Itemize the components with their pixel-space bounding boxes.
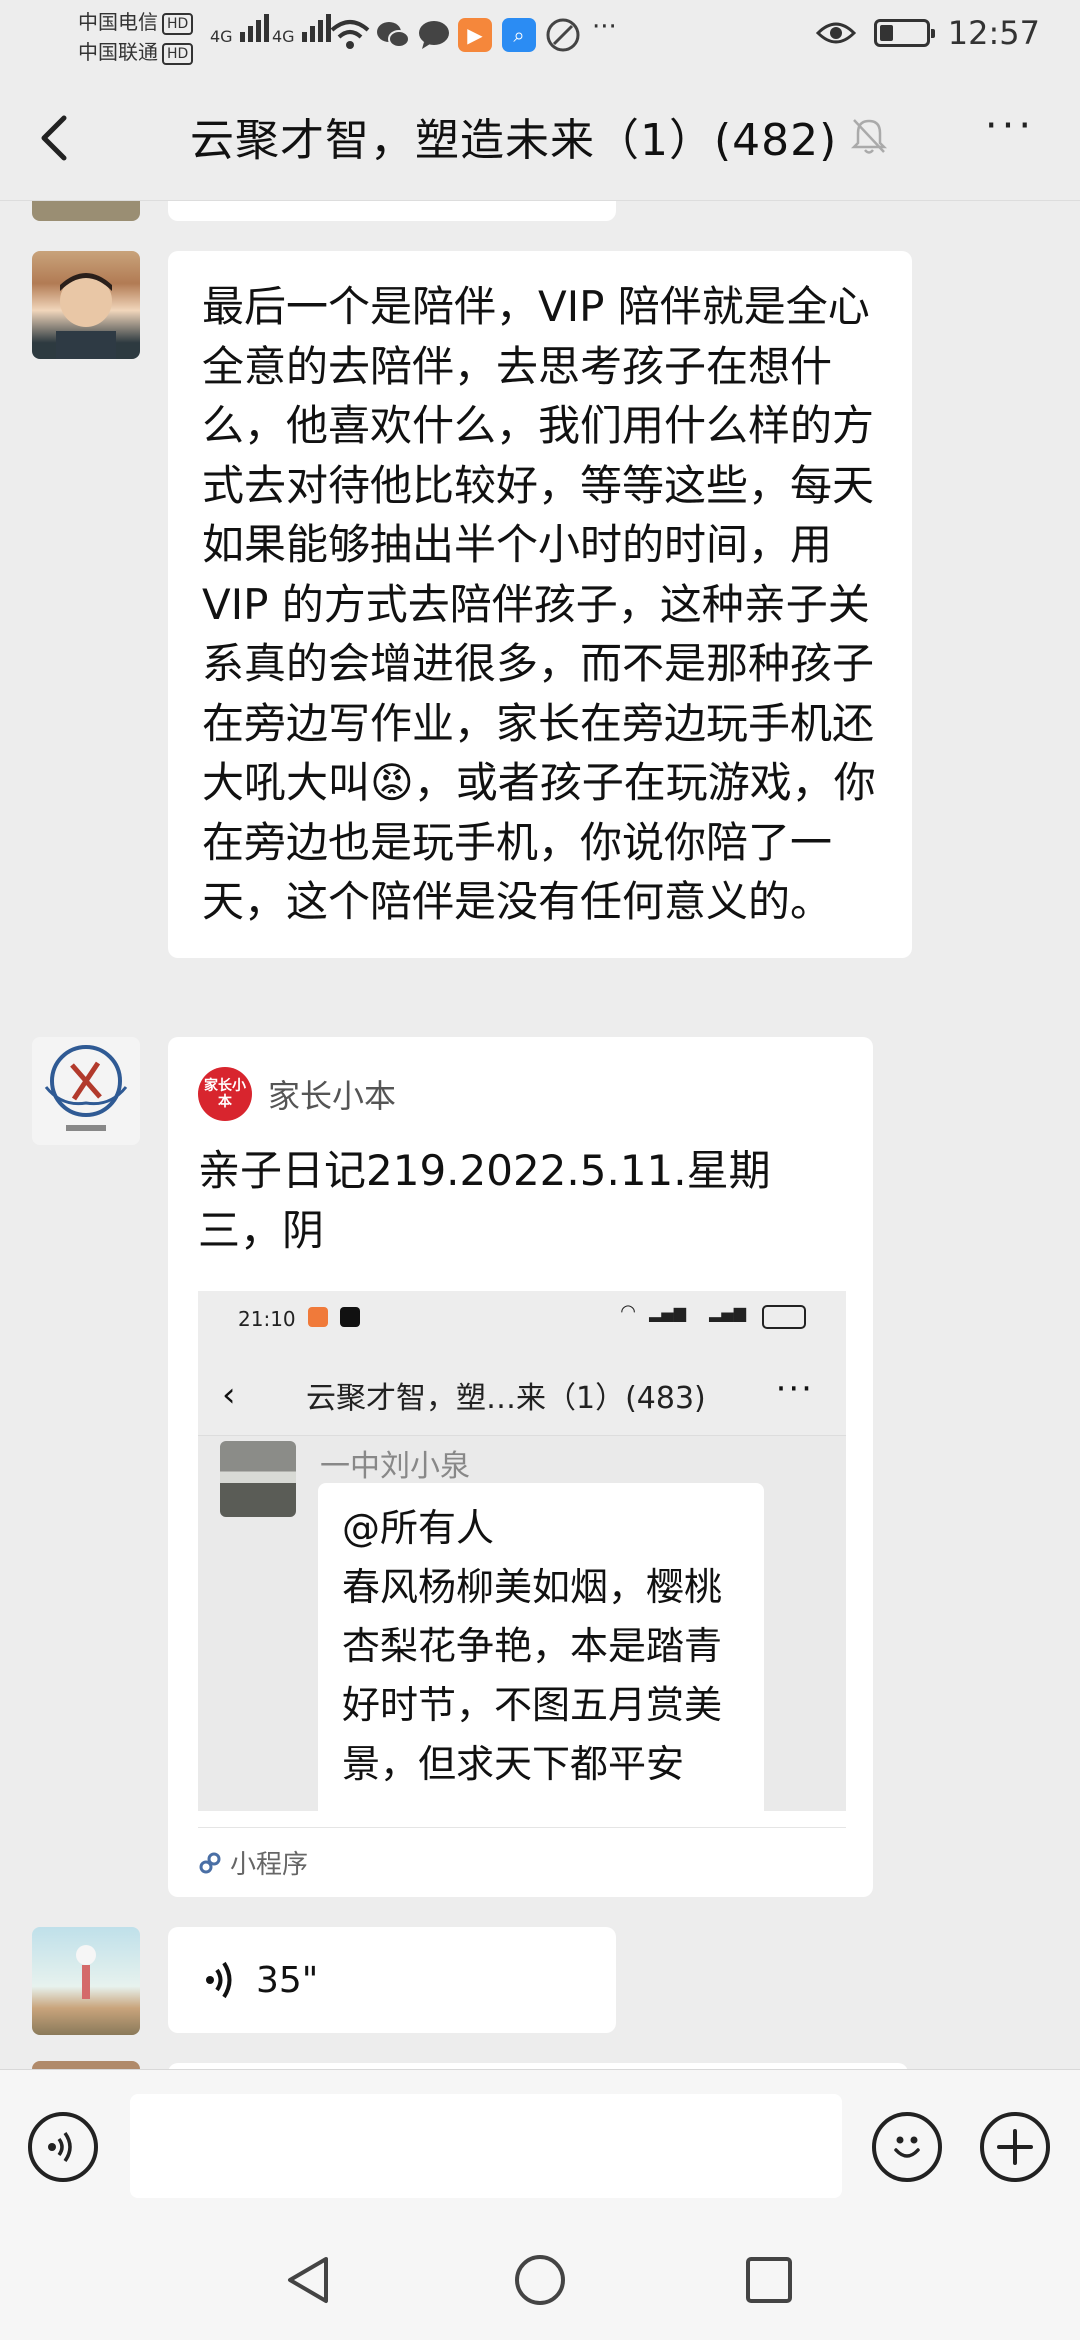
search-app-icon: ⌕ [502,18,536,52]
avatar[interactable] [32,251,140,359]
signal-icon: 4G [210,14,269,52]
chat-title: 云聚才智，塑造未来（1）(482) [190,115,838,166]
nav-home-icon[interactable] [513,2253,567,2307]
voice-duration: 35" [256,1959,319,2001]
avatar[interactable] [32,1927,140,2035]
carrier-1: 中国电信 HD [78,6,194,35]
preview-status-bar: 21:10 ▂▄▆ ▂▄▆ ◠ [198,1291,846,1351]
nav-recents-icon[interactable] [742,2253,796,2307]
wifi-icon: ◠ [620,1301,636,1322]
preview-more-icon: ··· [775,1369,814,1409]
chat-header: 云聚才智，塑造未来（1）(482) ··· [0,70,1080,201]
preview-avatar [220,1441,296,1517]
bell-muted-icon [850,119,888,154]
message-bubble-partial [168,201,616,221]
signal-icon: 4G [272,14,331,52]
preview-message-text: @所有人 春风杨柳美如烟，樱桃杏梨花争艳，本是踏青好时节，不图五月赏美景，但求天… [342,1506,723,1786]
brand-name: 家长小本 [268,1077,397,1115]
voice-message-bubble[interactable]: 35" [168,1927,616,2033]
more-dots-icon: ··· [592,12,617,42]
mini-program-label: 小程序 [230,1850,309,1880]
carrier-1-label: 中国电信 [78,10,158,34]
carrier-2-label: 中国联通 [78,40,158,64]
voice-input-button[interactable] [28,2112,98,2182]
preview-time: 21:10 [238,1307,296,1331]
avatar-seal-icon [44,1045,128,1131]
mini-program-icon [199,1852,221,1873]
mini-program-footer: 小程序 [198,1827,846,1881]
mini-program-card[interactable]: 家长小本 家长小本 亲子日记219.2022.5.11.星期三，阴 21:10 … [168,1037,873,1897]
app-icon [308,1307,328,1327]
plus-button[interactable] [980,2112,1050,2182]
message-icon [419,21,449,49]
preview-header: ‹ 云聚才智，塑…来（1）(483) ··· [198,1351,846,1436]
signal-icon: ▂▄▆ [709,1303,746,1322]
system-nav-bar [0,2219,1080,2340]
text-message-content: 最后一个是陪伴，VIP 陪伴就是全心全意的去陪伴，去思考孩子在想什么，他喜欢什么… [202,282,876,926]
wifi-icon [330,20,370,49]
back-chevron-icon[interactable] [30,108,80,168]
mini-program-brand: 家长小本 家长小本 [198,1067,396,1121]
plus-icon [997,2129,1033,2165]
browser-icon [546,18,580,52]
wechat-icon [377,22,410,48]
mini-program-title: 亲子日记219.2022.5.11.星期三，阴 [198,1146,771,1255]
network-type-1: 4G [210,27,233,46]
tiktok-icon [340,1307,360,1327]
avatar-child-icon [56,273,116,359]
hd-badge: HD [162,42,194,65]
preview-sender-name: 一中刘小泉 [320,1449,470,1484]
voice-input-icon [48,2131,72,2163]
battery-icon [873,19,935,47]
avatar[interactable] [32,2061,140,2069]
status-bar: 中国电信 HD 中国联通 HD 4G 4G ▶ ⌕ ··· 12:57 [0,0,1080,70]
nav-back-icon[interactable] [282,2253,336,2307]
hd-badge: HD [162,12,194,35]
avatar[interactable] [32,1037,140,1145]
brand-logo: 家长小本 [198,1067,252,1121]
battery-icon [762,1305,806,1329]
mini-program-preview: 21:10 ▂▄▆ ▂▄▆ ◠ ‹ 云聚才智，塑…来（1）(483) ··· 一… [198,1291,846,1811]
voice-wave-icon [206,1961,232,1999]
eye-icon [815,22,856,44]
emoji-button[interactable] [872,2112,942,2182]
avatar-figure-icon [76,1945,96,1999]
preview-title: 云聚才智，塑…来（1）(483) [306,1381,706,1416]
clock: 12:57 [947,14,1040,52]
signal-icon: ▂▄▆ [649,1303,686,1322]
carrier-2: 中国联通 HD [78,36,194,65]
avatar[interactable] [32,201,140,221]
network-type-2: 4G [272,27,295,46]
message-input[interactable] [130,2094,842,2198]
input-bar [0,2069,1080,2220]
emoji-icon [894,2136,920,2158]
more-options-button[interactable]: ··· [980,106,1040,154]
preview-message-bubble: @所有人 春风杨柳美如烟，樱桃杏梨花争艳，本是踏青好时节，不图五月赏美景，但求天… [318,1483,764,1811]
text-message-bubble[interactable]: 最后一个是陪伴，VIP 陪伴就是全心全意的去陪伴，去思考孩子在想什么，他喜欢什么… [168,251,912,958]
video-app-icon: ▶ [458,18,492,52]
preview-back-icon: ‹ [222,1375,236,1415]
chat-messages[interactable]: 最后一个是陪伴，VIP 陪伴就是全心全意的去陪伴，去思考孩子在想什么，他喜欢什么… [0,201,1080,2069]
